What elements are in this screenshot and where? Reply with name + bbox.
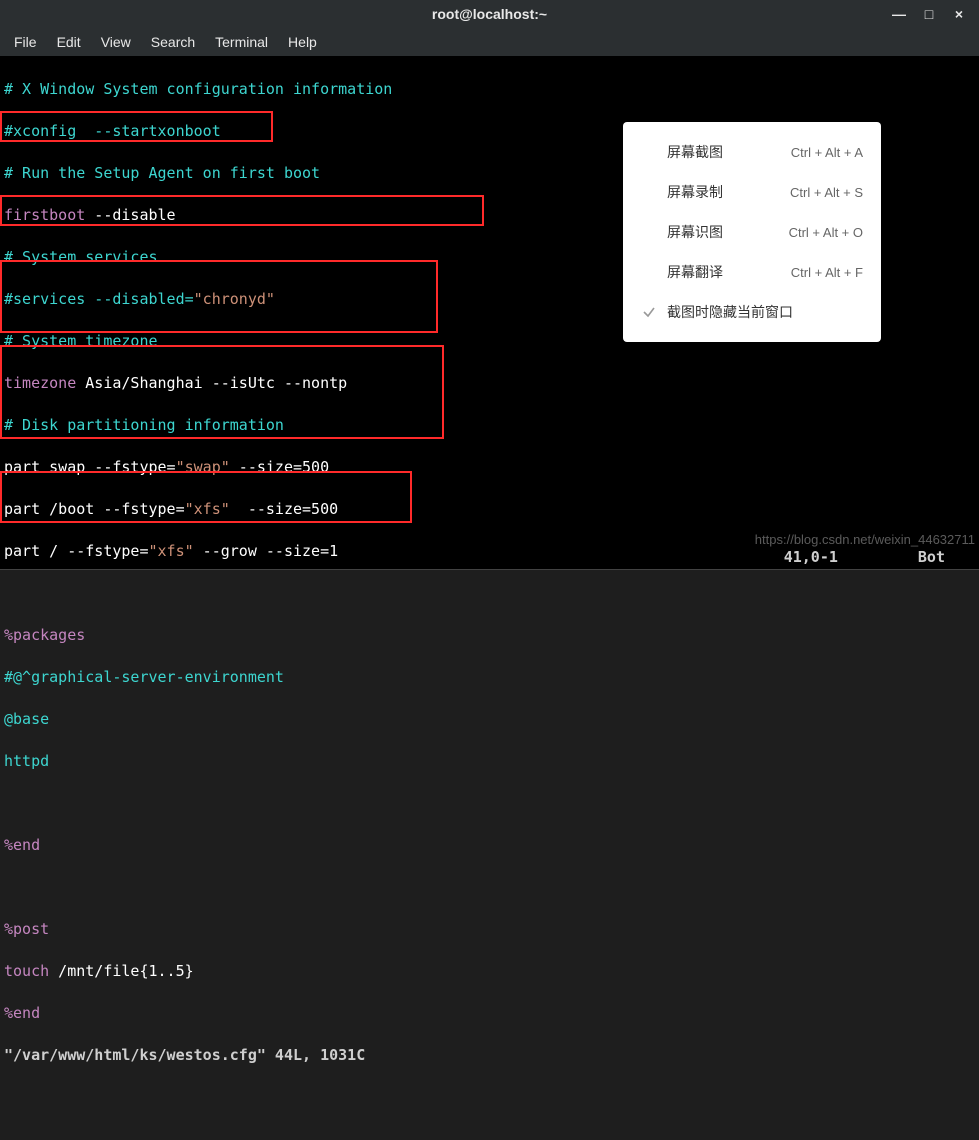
- window-titlebar: root@localhost:~ — □ ×: [0, 0, 979, 28]
- ctx-item-translate[interactable]: 屏幕翻译 Ctrl + Alt + F: [623, 252, 881, 292]
- ctx-item-screenshot[interactable]: 屏幕截图 Ctrl + Alt + A: [623, 132, 881, 172]
- ctx-label: 屏幕识图: [667, 222, 723, 242]
- maximize-button[interactable]: □: [915, 3, 943, 25]
- vim-status-line: "/var/www/html/ks/westos.cfg" 44L, 1031C: [4, 1045, 975, 1066]
- menu-view[interactable]: View: [101, 34, 131, 50]
- ctx-item-ocr[interactable]: 屏幕识图 Ctrl + Alt + O: [623, 212, 881, 252]
- window-controls: — □ ×: [885, 0, 973, 28]
- terminal-line: [4, 793, 975, 814]
- terminal-line: # Disk partitioning information: [4, 415, 975, 436]
- terminal-line: timezone Asia/Shanghai --isUtc --nontp: [4, 373, 975, 394]
- ctx-shortcut: Ctrl + Alt + F: [791, 265, 863, 280]
- terminal-line: %end: [4, 835, 975, 856]
- terminal-line: %end: [4, 1003, 975, 1024]
- terminal-line: [4, 877, 975, 898]
- close-button[interactable]: ×: [945, 3, 973, 25]
- context-menu: 屏幕截图 Ctrl + Alt + A 屏幕录制 Ctrl + Alt + S …: [623, 122, 881, 342]
- terminal-line: @base: [4, 709, 975, 730]
- ctx-label: 截图时隐藏当前窗口: [667, 302, 793, 322]
- ctx-label: 屏幕截图: [667, 142, 723, 162]
- window-title: root@localhost:~: [432, 6, 547, 22]
- menu-terminal[interactable]: Terminal: [215, 34, 268, 50]
- terminal-line: %packages: [4, 625, 975, 646]
- terminal-line: #@^graphical-server-environment: [4, 667, 975, 688]
- ctx-shortcut: Ctrl + Alt + A: [791, 145, 863, 160]
- ctx-label: 屏幕录制: [667, 182, 723, 202]
- check-icon: [641, 304, 657, 320]
- terminal-line: %post: [4, 919, 975, 940]
- menu-file[interactable]: File: [14, 34, 37, 50]
- minimize-button[interactable]: —: [885, 3, 913, 25]
- ctx-item-hide-window[interactable]: 截图时隐藏当前窗口: [623, 292, 881, 332]
- menu-edit[interactable]: Edit: [57, 34, 81, 50]
- vim-cursor-pos: 41,0-1: [784, 547, 838, 568]
- vim-scroll-loc: Bot: [918, 547, 945, 568]
- vim-status-right: 41,0-1 Bot: [784, 547, 945, 568]
- ctx-item-record[interactable]: 屏幕录制 Ctrl + Alt + S: [623, 172, 881, 212]
- menubar: File Edit View Search Terminal Help: [0, 28, 979, 56]
- ctx-shortcut: Ctrl + Alt + O: [789, 225, 863, 240]
- menu-help[interactable]: Help: [288, 34, 317, 50]
- terminal-line: touch /mnt/file{1..5}: [4, 961, 975, 982]
- terminal-line: part /boot --fstype="xfs" --size=500: [4, 499, 975, 520]
- terminal-line: part swap --fstype="swap" --size=500: [4, 457, 975, 478]
- terminal-line: httpd: [4, 751, 975, 772]
- terminal-line: [4, 583, 975, 604]
- watermark: https://blog.csdn.net/weixin_44632711: [755, 529, 975, 550]
- menu-search[interactable]: Search: [151, 34, 195, 50]
- terminal-line: # X Window System configuration informat…: [4, 79, 975, 100]
- ctx-shortcut: Ctrl + Alt + S: [790, 185, 863, 200]
- ctx-label: 屏幕翻译: [667, 262, 723, 282]
